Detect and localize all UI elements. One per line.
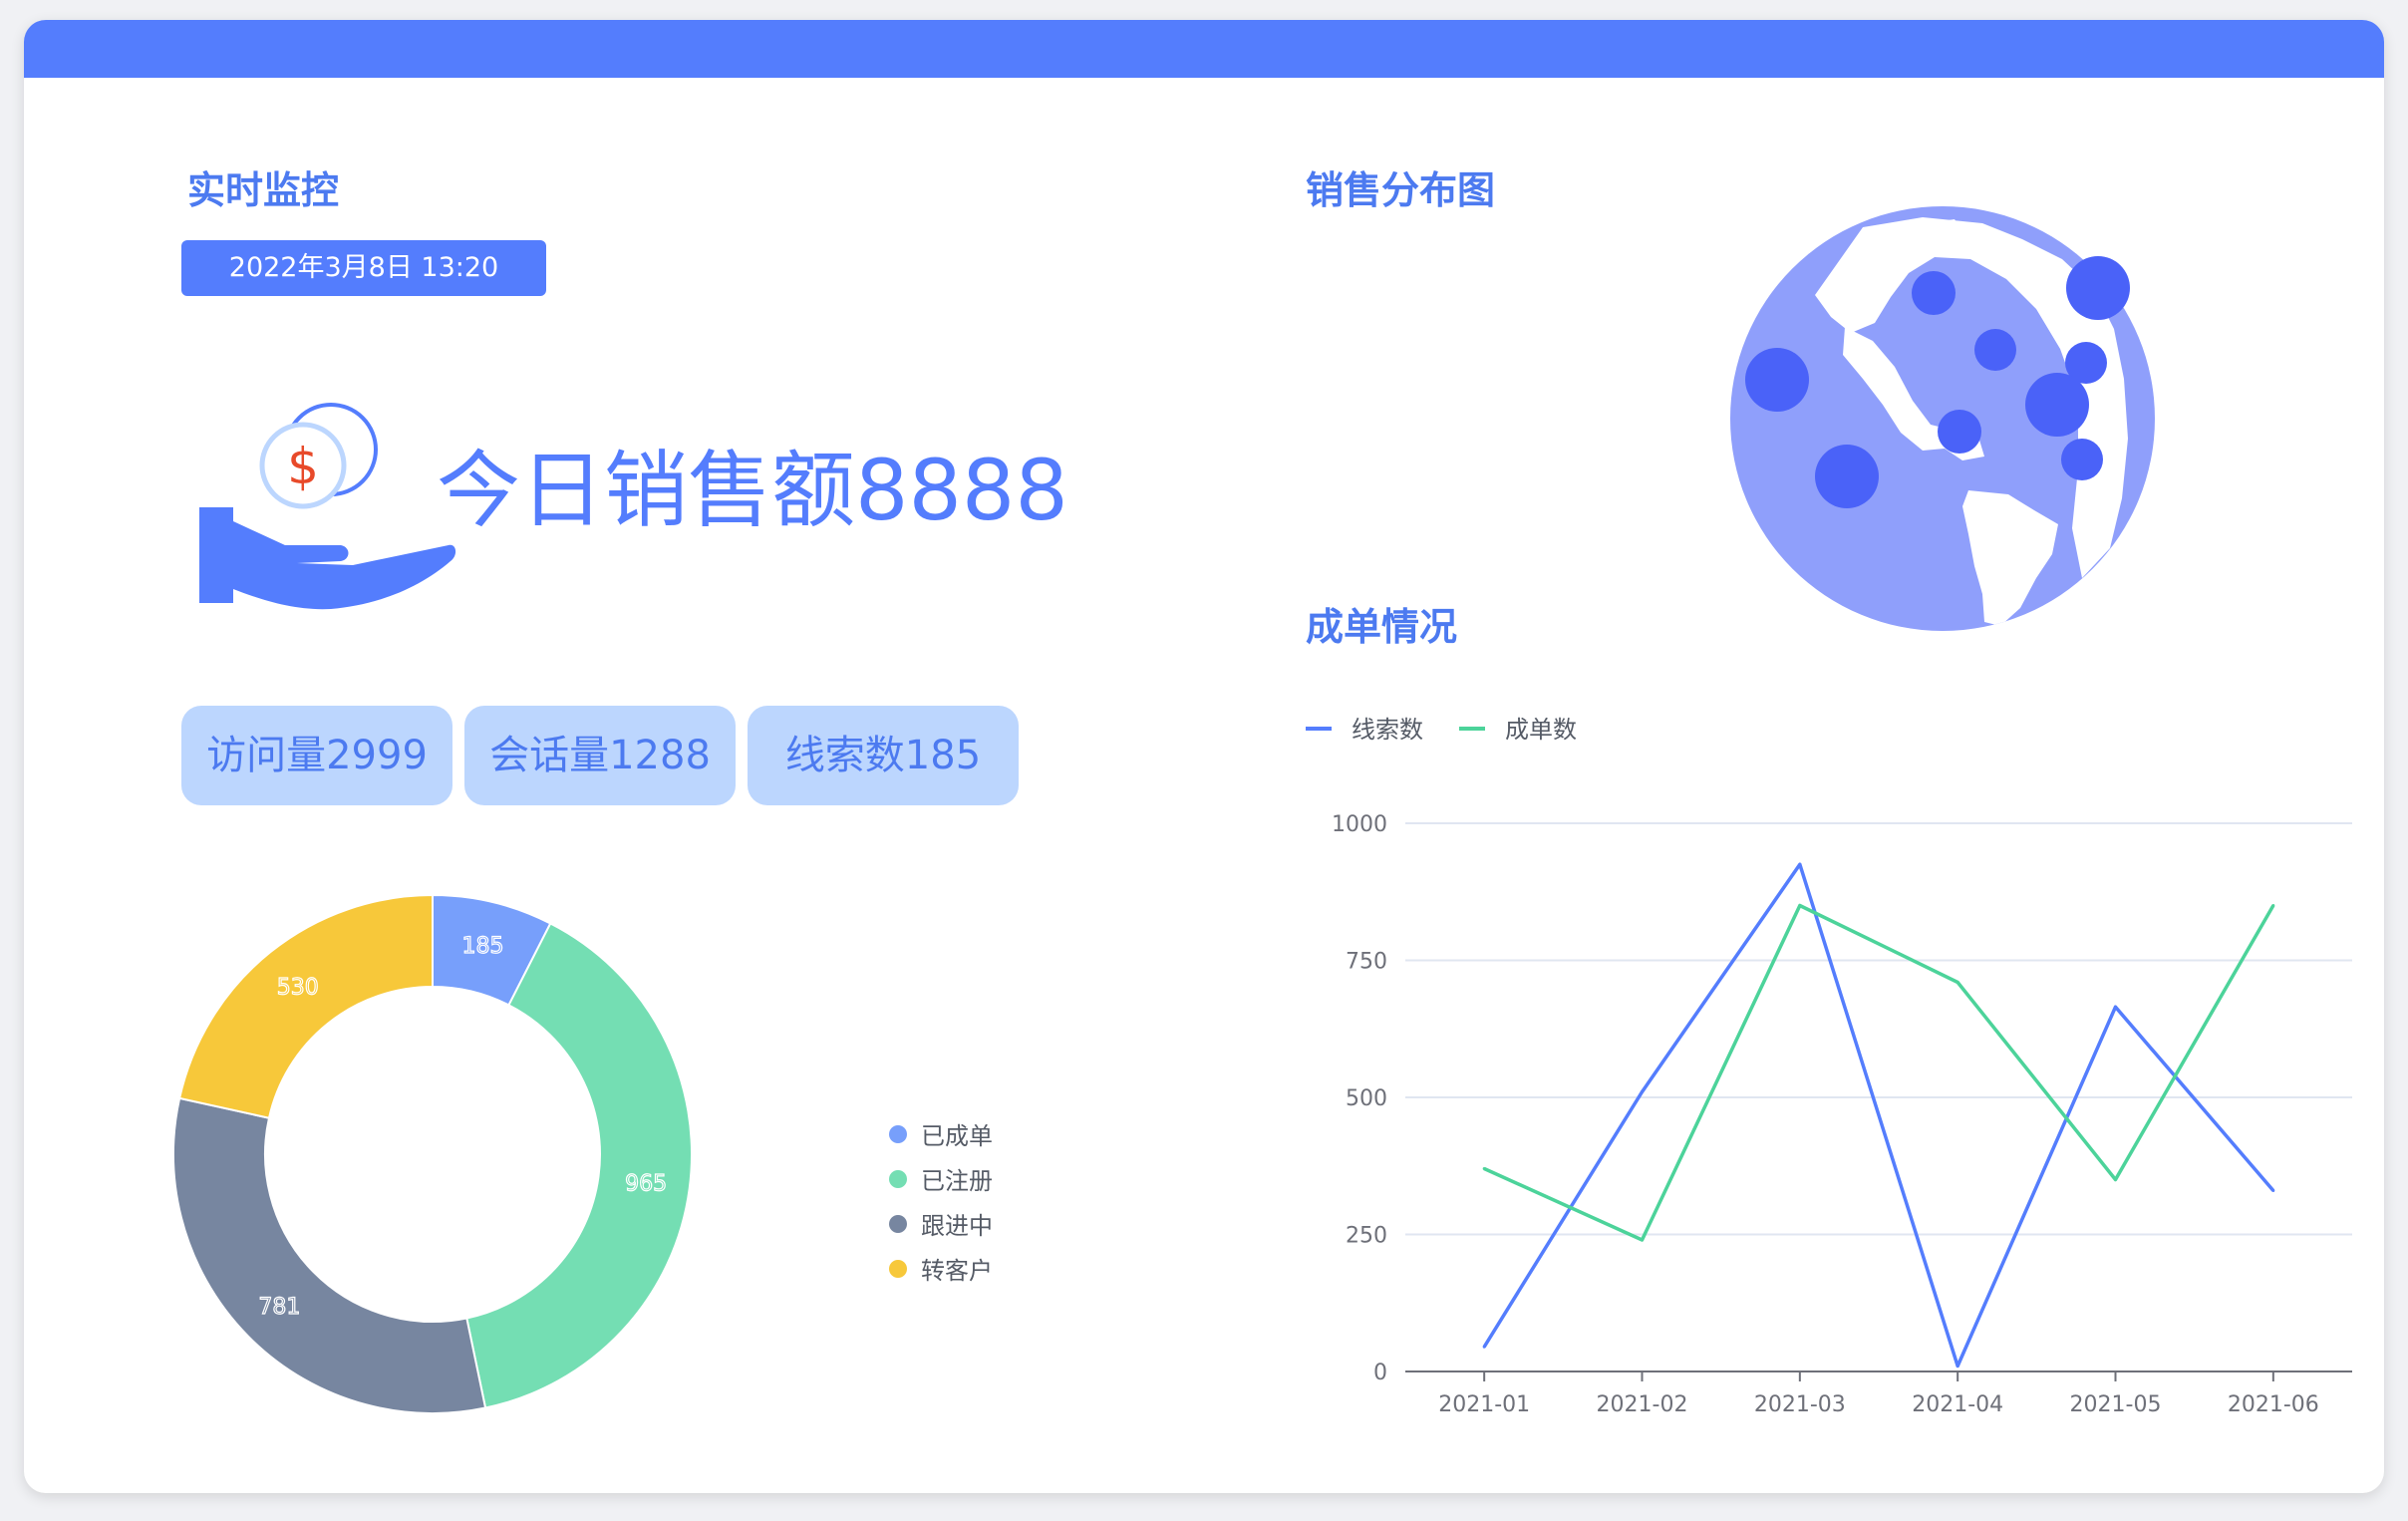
legend-dot (889, 1170, 907, 1188)
donut-chart: 185 965 781 530 (172, 893, 693, 1414)
monitor-title: 实时监控 (187, 168, 340, 212)
donut-slice (172, 1096, 487, 1414)
series-point (1956, 1365, 1959, 1368)
series-point (2114, 1005, 2117, 1009)
legend-swatch (1306, 727, 1332, 731)
x-tick-label: 2021-05 (2070, 1392, 2162, 1417)
hand-coin-icon: $ (199, 403, 456, 610)
legend-label: 跟进中 (921, 1212, 993, 1240)
line-legend-item[interactable]: 线索数 (1306, 710, 1423, 745)
series-point (1641, 1238, 1644, 1242)
y-tick-label: 0 (1373, 1361, 1387, 1385)
donut-data-label: 781 (258, 1295, 300, 1320)
donut-legend-item[interactable]: 已注册 (889, 1161, 993, 1196)
x-tick-label: 2021-01 (1438, 1392, 1530, 1417)
series-point (1482, 1345, 1486, 1349)
distribution-title: 销售分布图 (1306, 168, 1496, 212)
donut-legend-item[interactable]: 转客户 (889, 1251, 993, 1286)
legend-dot (889, 1125, 907, 1143)
legend-dot (889, 1260, 907, 1278)
legend-label: 已注册 (921, 1167, 993, 1195)
globe-icon (1730, 206, 2155, 631)
deals-title: 成单情况 (1306, 605, 1458, 649)
donut-data-label: 530 (277, 976, 319, 1001)
legend-label: 转客户 (921, 1257, 993, 1285)
donut-legend-item[interactable]: 已成单 (889, 1116, 993, 1151)
legend-swatch (1459, 727, 1485, 731)
x-tick-label: 2021-02 (1597, 1392, 1688, 1417)
x-tick-label: 2021-06 (2228, 1392, 2319, 1417)
line-chart: 0 250 500 750 1000 2021-01 2021-02 2021-03 2021-… (1332, 812, 2352, 1417)
donut-legend-item[interactable]: 跟进中 (889, 1206, 993, 1241)
series-point (1798, 862, 1802, 866)
line-legend-item[interactable]: 成单数 (1459, 710, 1577, 745)
series-point (1798, 904, 1802, 907)
y-tick-label: 250 (1346, 1224, 1387, 1249)
dashboard-card: 实时监控 2022年3月8日 13:20 $ 今日销售额8888 访问量2999… (24, 20, 2384, 1493)
visits-stat: 访问量2999 (181, 706, 452, 805)
datetime-badge: 2022年3月8日 13:20 (181, 240, 546, 296)
series-point (2114, 1178, 2117, 1181)
x-tick-label: 2021-04 (1912, 1392, 2003, 1417)
legend-label: 成单数 (1505, 716, 1577, 744)
leads-stat: 线索数185 (748, 706, 1019, 805)
legend-label: 已成单 (921, 1122, 993, 1150)
series-point (2271, 904, 2275, 907)
series-line (1482, 862, 2275, 1369)
top-bar (24, 20, 2384, 78)
series-point (2271, 1189, 2275, 1192)
today-sales: 今日销售额8888 (437, 442, 1068, 539)
y-tick-label: 1000 (1332, 812, 1387, 837)
donut-data-label: 965 (625, 1172, 667, 1197)
svg-text:$: $ (287, 438, 319, 495)
legend-label: 线索数 (1352, 716, 1423, 744)
x-tick-label: 2021-03 (1754, 1392, 1846, 1417)
sessions-stat: 会话量1288 (464, 706, 736, 805)
series-point (1641, 1090, 1644, 1093)
donut-slice (177, 893, 434, 1119)
y-tick-label: 500 (1346, 1086, 1387, 1111)
donut-data-label: 185 (462, 934, 504, 959)
series-point (1956, 981, 1959, 984)
legend-dot (889, 1215, 907, 1233)
y-tick-label: 750 (1346, 950, 1387, 975)
series-point (1482, 1167, 1486, 1170)
series-line (1483, 903, 2275, 1242)
